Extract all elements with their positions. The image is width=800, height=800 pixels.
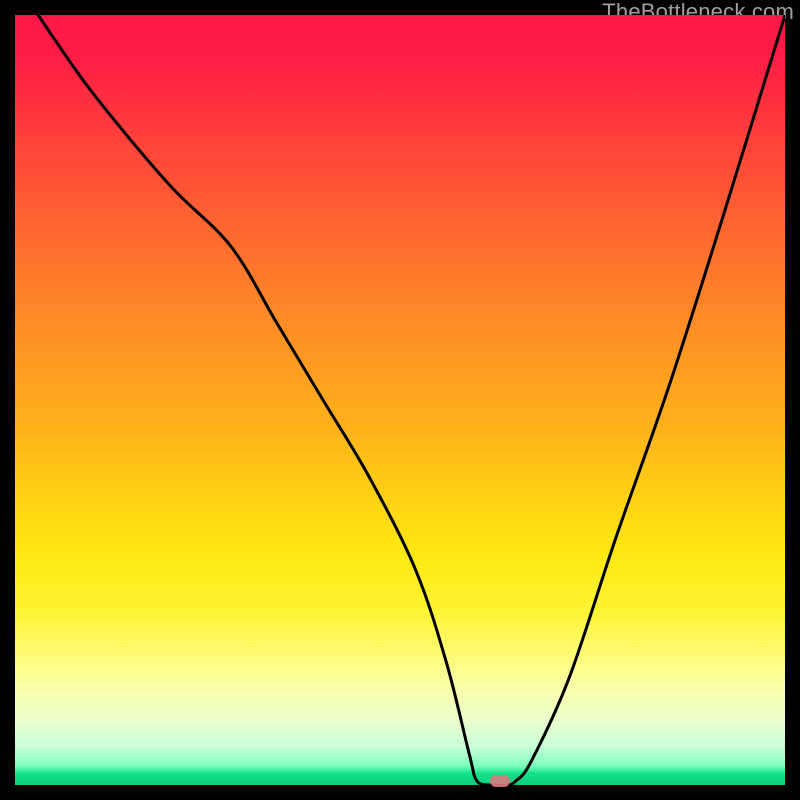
chart-container: TheBottleneck.com [0, 0, 800, 800]
gradient-background [15, 15, 785, 785]
optimal-marker [490, 775, 510, 787]
chart-frame [15, 15, 785, 785]
